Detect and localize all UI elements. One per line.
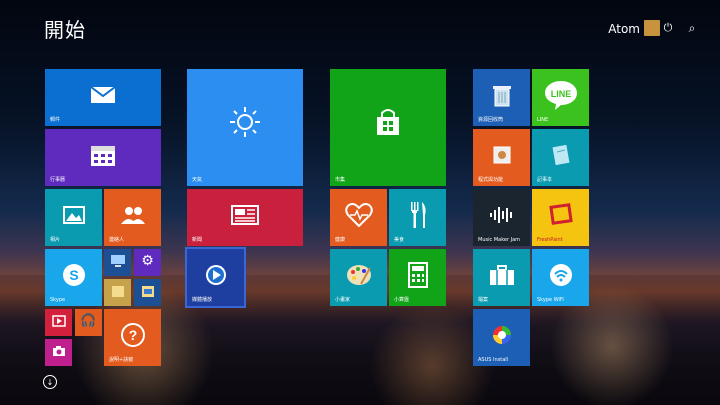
tile-label: 郵件 <box>50 117 61 123</box>
computer-icon <box>110 255 125 268</box>
tile-label: Skype <box>50 297 66 303</box>
tile-food[interactable]: 美食 <box>389 189 446 246</box>
power-icon[interactable]: ⏻ <box>660 20 676 36</box>
photos-icon <box>62 205 85 224</box>
palette-icon <box>346 264 371 285</box>
tile-weather[interactable]: 天氣 <box>187 69 303 186</box>
tile-label: 小算盤 <box>394 297 410 303</box>
tile-label: 美食 <box>394 237 405 243</box>
calendar-icon <box>91 145 115 166</box>
tile-calculator[interactable]: 小算盤 <box>389 249 446 306</box>
fork-knife-icon <box>410 201 426 228</box>
tile-store[interactable]: 市集 <box>330 69 446 186</box>
all-apps-down-icon[interactable]: ↓ <box>43 375 57 389</box>
store-bag-icon <box>377 108 399 135</box>
tile-label: 行事曆 <box>50 177 66 183</box>
heart-pulse-icon <box>344 202 373 227</box>
tile-help[interactable]: ? 說明+訣竅 <box>104 309 161 366</box>
tile-label: FreshPaint <box>537 237 563 243</box>
tile-label: Skype WiFi <box>537 297 564 303</box>
tile-skype-wifi[interactable]: Skype WiFi <box>532 249 589 306</box>
notepad-icon <box>552 144 569 165</box>
tile-paint[interactable]: 小畫家 <box>330 249 387 306</box>
tile-label: 資源回收筒 <box>478 117 504 123</box>
asus-install-icon <box>492 325 511 344</box>
skype-wifi-icon <box>549 263 572 286</box>
tile-photos[interactable]: 相片 <box>45 189 102 246</box>
people-icon <box>120 206 145 224</box>
tile-label: 說明+訣竅 <box>109 357 134 363</box>
media-player-icon <box>205 264 226 285</box>
tile-recycle-bin[interactable]: 資源回收筒 <box>473 69 530 126</box>
tile-label: ASUS Install <box>478 357 509 363</box>
tile-notepad[interactable]: 記事本 <box>532 129 589 186</box>
search-icon[interactable]: ⌕ <box>684 20 700 36</box>
tile-explorer-small[interactable] <box>134 279 161 306</box>
recycle-bin-icon <box>492 85 511 107</box>
tile-desktop-small[interactable] <box>104 249 131 276</box>
programs-icon <box>493 146 510 164</box>
camera-icon <box>52 346 65 357</box>
tile-folder-small[interactable] <box>104 279 131 306</box>
tile-health[interactable]: 健康 <box>330 189 387 246</box>
tile-label: 程式與功能 <box>478 177 504 183</box>
tile-calendar[interactable]: 行事曆 <box>45 129 161 186</box>
tile-label: 新聞 <box>192 237 203 243</box>
tile-programs[interactable]: 程式與功能 <box>473 129 530 186</box>
calculator-icon <box>407 261 428 288</box>
tile-label: 小畫家 <box>335 297 351 303</box>
tile-label: 連絡人 <box>109 237 125 243</box>
tile-mail[interactable]: 郵件 <box>45 69 161 126</box>
tile-music-small[interactable]: 🎧 <box>75 309 102 336</box>
tile-news[interactable]: 新聞 <box>187 189 303 246</box>
tile-label: Music Maker Jam <box>478 237 521 243</box>
file-explorer-icon <box>141 286 154 298</box>
user-avatar[interactable] <box>644 20 660 36</box>
tile-skype[interactable]: S Skype <box>45 249 102 306</box>
freshpaint-frame-icon <box>548 202 573 225</box>
tile-label: 相片 <box>50 237 61 243</box>
folder-icon <box>111 286 124 298</box>
svg-text:?: ? <box>128 327 137 343</box>
tile-media-player[interactable]: 媒體播放 <box>185 247 246 308</box>
mail-icon <box>90 85 116 103</box>
tile-label: LINE <box>537 117 549 123</box>
tile-label: 天氣 <box>192 177 203 183</box>
tile-camera-small[interactable] <box>45 339 72 366</box>
tile-label: 檔案 <box>478 297 489 303</box>
skype-icon: S <box>62 263 85 286</box>
tile-label: 市集 <box>335 177 346 183</box>
briefcase-icon <box>489 264 514 285</box>
line-chat-icon: LINE <box>544 80 577 110</box>
sun-icon <box>230 106 260 137</box>
news-icon <box>231 204 259 225</box>
start-title: 開始 <box>44 18 86 42</box>
tile-label: 記事本 <box>537 177 553 183</box>
tile-video-small[interactable] <box>45 309 72 336</box>
tile-freshpaint[interactable]: FreshPaint <box>532 189 589 246</box>
help-icon: ? <box>120 322 145 347</box>
svg-text:S: S <box>69 267 78 283</box>
video-icon <box>51 315 66 327</box>
tile-asus-install[interactable]: ASUS Install <box>473 309 530 366</box>
tile-music-maker[interactable]: Music Maker Jam <box>473 189 530 246</box>
tile-briefcase[interactable]: 檔案 <box>473 249 530 306</box>
tile-line[interactable]: LINE LINE <box>532 69 589 126</box>
user-name[interactable]: Atom <box>608 22 640 36</box>
tile-label: 健康 <box>335 237 346 243</box>
gear-icon: ⚙ <box>141 253 154 270</box>
line-logo-text: LINE <box>550 89 571 99</box>
soundwave-icon <box>489 206 512 223</box>
headphones-icon: 🎧 <box>80 313 97 329</box>
tile-label: 媒體播放 <box>192 297 213 303</box>
tile-people[interactable]: 連絡人 <box>104 189 161 246</box>
tile-settings-small[interactable]: ⚙ <box>134 249 161 276</box>
